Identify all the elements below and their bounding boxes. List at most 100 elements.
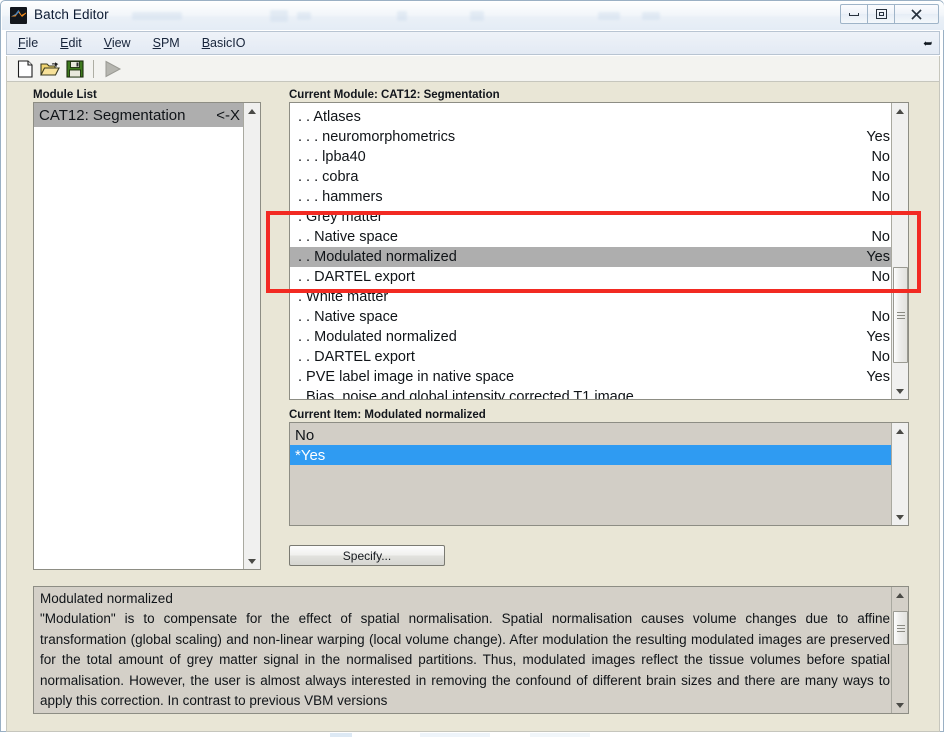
toolbar-separator [93, 59, 94, 78]
scrollbar-thumb[interactable] [893, 267, 908, 363]
menu-view[interactable]: View [93, 36, 142, 50]
tree-row[interactable]: . . Atlases [290, 107, 908, 127]
tree-row-label: . . Native space [298, 309, 398, 325]
tree-row-container: . . Atlases. . . neuromorphometrics Yes. … [290, 103, 908, 400]
tree-row-value: No [871, 269, 890, 285]
minimize-icon [849, 12, 859, 16]
current-module-label: Current Module: CAT12: Segmentation [289, 89, 500, 101]
tree-row-label: . . . hammers [298, 189, 383, 205]
scrollbar-thumb[interactable] [893, 611, 908, 645]
desktop-strip [0, 732, 944, 738]
tree-row-value: No [871, 229, 890, 245]
menu-edit[interactable]: Edit [49, 36, 93, 50]
window-controls [840, 4, 939, 24]
scroll-down-button[interactable] [244, 553, 260, 569]
tree-row-value: Yes [866, 129, 890, 145]
scroll-up-button[interactable] [244, 103, 260, 119]
tree-row-label: . White matter [298, 289, 389, 305]
batch-editor-window: Batch Editor File Edit View SPM BasicIO … [0, 0, 944, 738]
scroll-down-button[interactable] [892, 697, 908, 713]
tree-row-label: . . Modulated normalized [298, 329, 457, 345]
tree-row[interactable]: . Bias, noise and global intensity corre… [290, 387, 908, 400]
tree-row-value: Yes [866, 369, 890, 385]
tree-row-label: . Grey matter [298, 209, 383, 225]
item-list-scrollbar[interactable] [891, 423, 908, 525]
run-batch-button[interactable] [101, 58, 125, 80]
module-list-scrollbar[interactable] [243, 103, 260, 569]
tree-row[interactable]: . . DARTEL export No [290, 267, 908, 287]
tree-row[interactable]: . . . cobra No [290, 167, 908, 187]
tree-row[interactable]: . . . hammers No [290, 187, 908, 207]
minimize-button[interactable] [840, 4, 868, 24]
current-item-option[interactable]: No [290, 425, 908, 445]
save-floppy-icon [66, 59, 84, 78]
tree-row[interactable]: . . . lpba40 No [290, 147, 908, 167]
scroll-down-button[interactable] [892, 383, 908, 399]
specify-button[interactable]: Specify... [289, 545, 445, 566]
tree-row-label: . PVE label image in native space [298, 369, 515, 385]
close-button[interactable] [894, 4, 939, 24]
tree-row-label: . . Modulated normalized [298, 249, 457, 265]
open-folder-icon [40, 61, 60, 76]
tree-row[interactable]: . White matter [290, 287, 908, 307]
window-title: Batch Editor [34, 7, 109, 22]
title-bar: Batch Editor [2, 2, 944, 30]
restore-arrow-icon[interactable]: ➥ [923, 37, 932, 50]
toolbar [6, 56, 940, 82]
scroll-down-button[interactable] [892, 509, 908, 525]
current-module-tree[interactable]: . . Atlases. . . neuromorphometrics Yes. … [289, 102, 909, 400]
menu-bar: File Edit View SPM BasicIO ➥ [6, 31, 940, 55]
tree-row-label: . . DARTEL export [298, 349, 415, 365]
chevron-up-icon [896, 108, 904, 114]
tree-row[interactable]: . . Modulated normalized Yes [290, 247, 908, 267]
current-item-label: Current Item: Modulated normalized [289, 409, 486, 421]
close-icon [911, 8, 922, 20]
open-batch-button[interactable] [38, 58, 62, 80]
tree-row-value: No [871, 169, 890, 185]
item-row-container: No *Yes [290, 423, 908, 465]
tree-row[interactable]: . Grey matter [290, 207, 908, 227]
scroll-up-button[interactable] [892, 423, 908, 439]
tree-row-label: . . DARTEL export [298, 269, 415, 285]
scroll-up-button[interactable] [892, 103, 908, 119]
save-batch-button[interactable] [63, 58, 87, 80]
help-body: "Modulation" is to compensate for the ef… [40, 611, 890, 708]
tree-row-value: No [871, 349, 890, 365]
scroll-up-button[interactable] [892, 587, 908, 603]
maximize-button[interactable] [867, 4, 895, 24]
help-title: Modulated normalized [40, 591, 173, 606]
menu-basicio[interactable]: BasicIO [191, 36, 257, 50]
tree-row[interactable]: . . Native space No [290, 227, 908, 247]
chevron-up-icon [248, 108, 256, 114]
help-scrollbar[interactable] [891, 587, 908, 713]
tree-row-label: . . Native space [298, 229, 398, 245]
module-list-item-cat12[interactable]: CAT12: Segmentation <-X [34, 103, 260, 127]
help-panel[interactable]: Modulated normalized "Modulation" is to … [33, 586, 909, 714]
tree-row-label: . Bias, noise and global intensity corre… [298, 389, 634, 400]
tree-row[interactable]: . . Modulated normalized Yes [290, 327, 908, 347]
tree-row-label: . . . lpba40 [298, 149, 366, 165]
tree-row-value: Yes [866, 249, 890, 265]
current-item-option[interactable]: *Yes [290, 445, 908, 465]
chevron-up-icon [896, 428, 904, 434]
module-list[interactable]: CAT12: Segmentation <-X [33, 102, 261, 570]
menu-spm[interactable]: SPM [142, 36, 191, 50]
current-item-list[interactable]: No *Yes [289, 422, 909, 526]
new-batch-button[interactable] [13, 58, 37, 80]
tree-row[interactable]: . . DARTEL export No [290, 347, 908, 367]
chevron-down-icon [896, 388, 904, 394]
menu-file[interactable]: File [7, 36, 49, 50]
tree-row-value: No [871, 309, 890, 325]
module-list-label: Module List [33, 89, 97, 101]
tree-row-label: . . Atlases [298, 109, 361, 125]
window-frame: Batch Editor File Edit View SPM BasicIO … [0, 0, 944, 732]
maximize-icon [875, 9, 887, 19]
matlab-icon [10, 7, 27, 24]
chevron-down-icon [248, 558, 256, 564]
tree-scrollbar[interactable] [891, 103, 908, 399]
tree-row[interactable]: . . Native space No [290, 307, 908, 327]
tree-row[interactable]: . . . neuromorphometrics Yes [290, 127, 908, 147]
run-play-icon [105, 60, 122, 77]
tree-row[interactable]: . PVE label image in native space Yes [290, 367, 908, 387]
new-file-icon [17, 59, 33, 78]
